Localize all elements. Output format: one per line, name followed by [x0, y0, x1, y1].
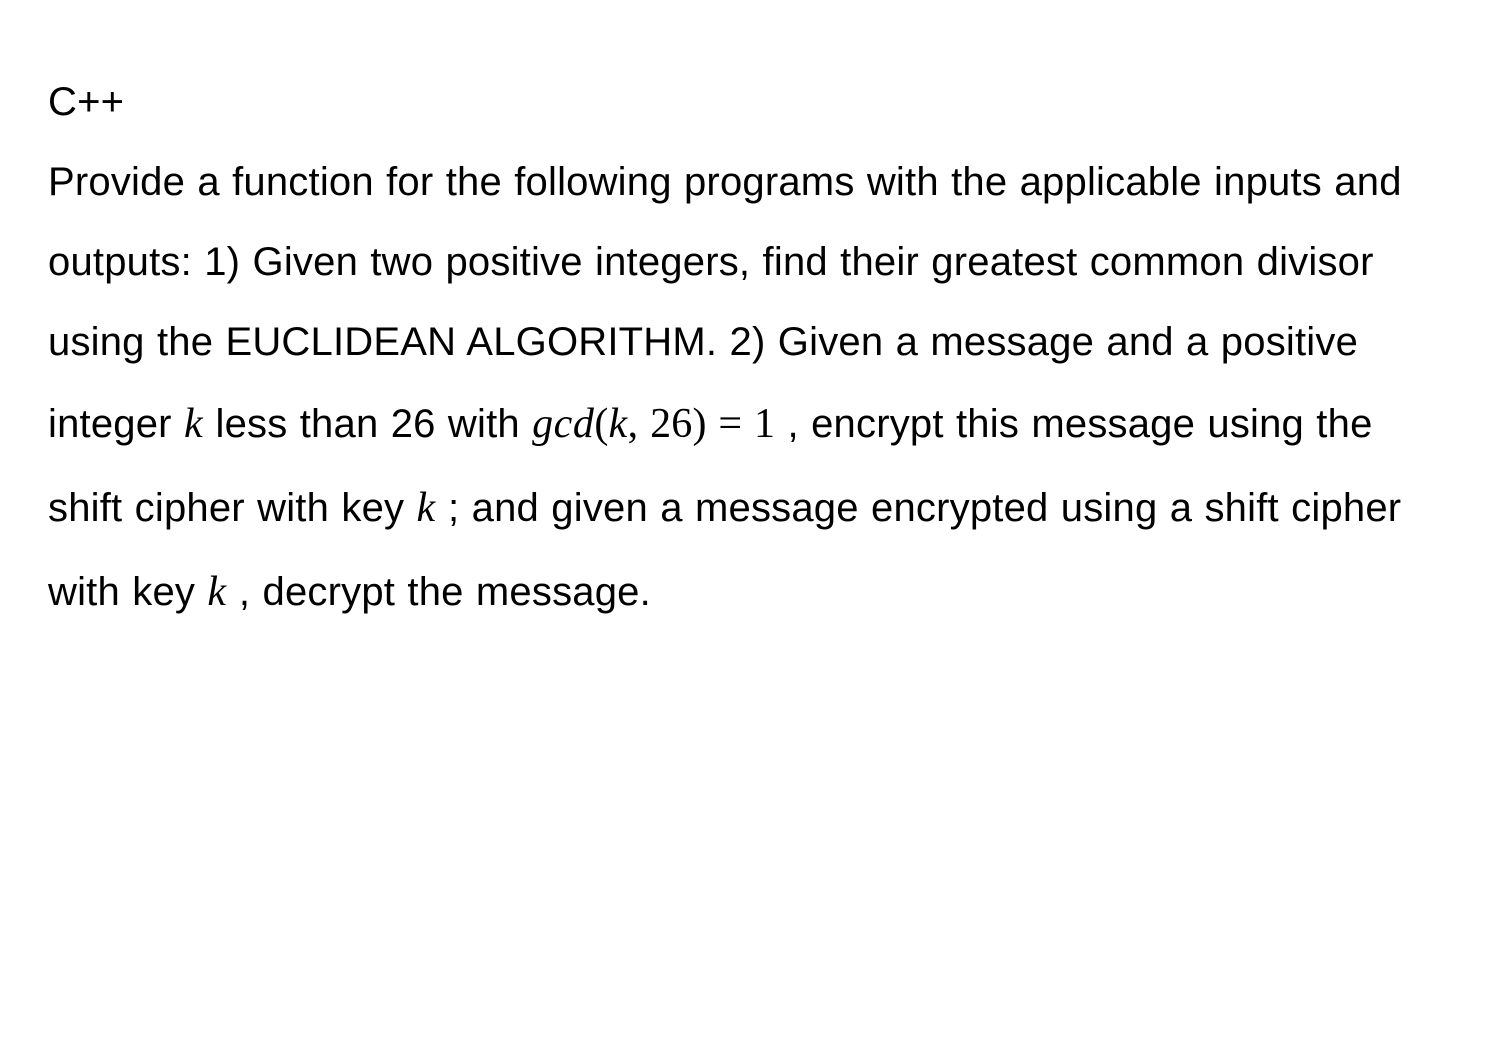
language-heading: C++: [48, 62, 1452, 142]
math-one: 1: [754, 401, 775, 447]
math-gcd-fn: gcd: [532, 401, 594, 447]
math-var-k-3: k: [207, 569, 226, 615]
math-var-k-1: k: [184, 401, 203, 447]
math-equals: =: [707, 401, 754, 447]
math-comma: ,: [628, 401, 650, 447]
math-gcd-k: k: [609, 401, 628, 447]
text-segment-5: , decrypt the message.: [227, 570, 651, 614]
math-close-paren: ): [692, 401, 706, 447]
math-var-k-2: k: [417, 485, 436, 531]
math-open-paren: (: [594, 401, 608, 447]
text-segment-2: less than 26 with: [203, 402, 532, 446]
document-page: C++ Provide a function for the following…: [0, 0, 1500, 682]
problem-statement: Provide a function for the following pro…: [48, 142, 1452, 634]
math-26: 26: [650, 401, 692, 447]
